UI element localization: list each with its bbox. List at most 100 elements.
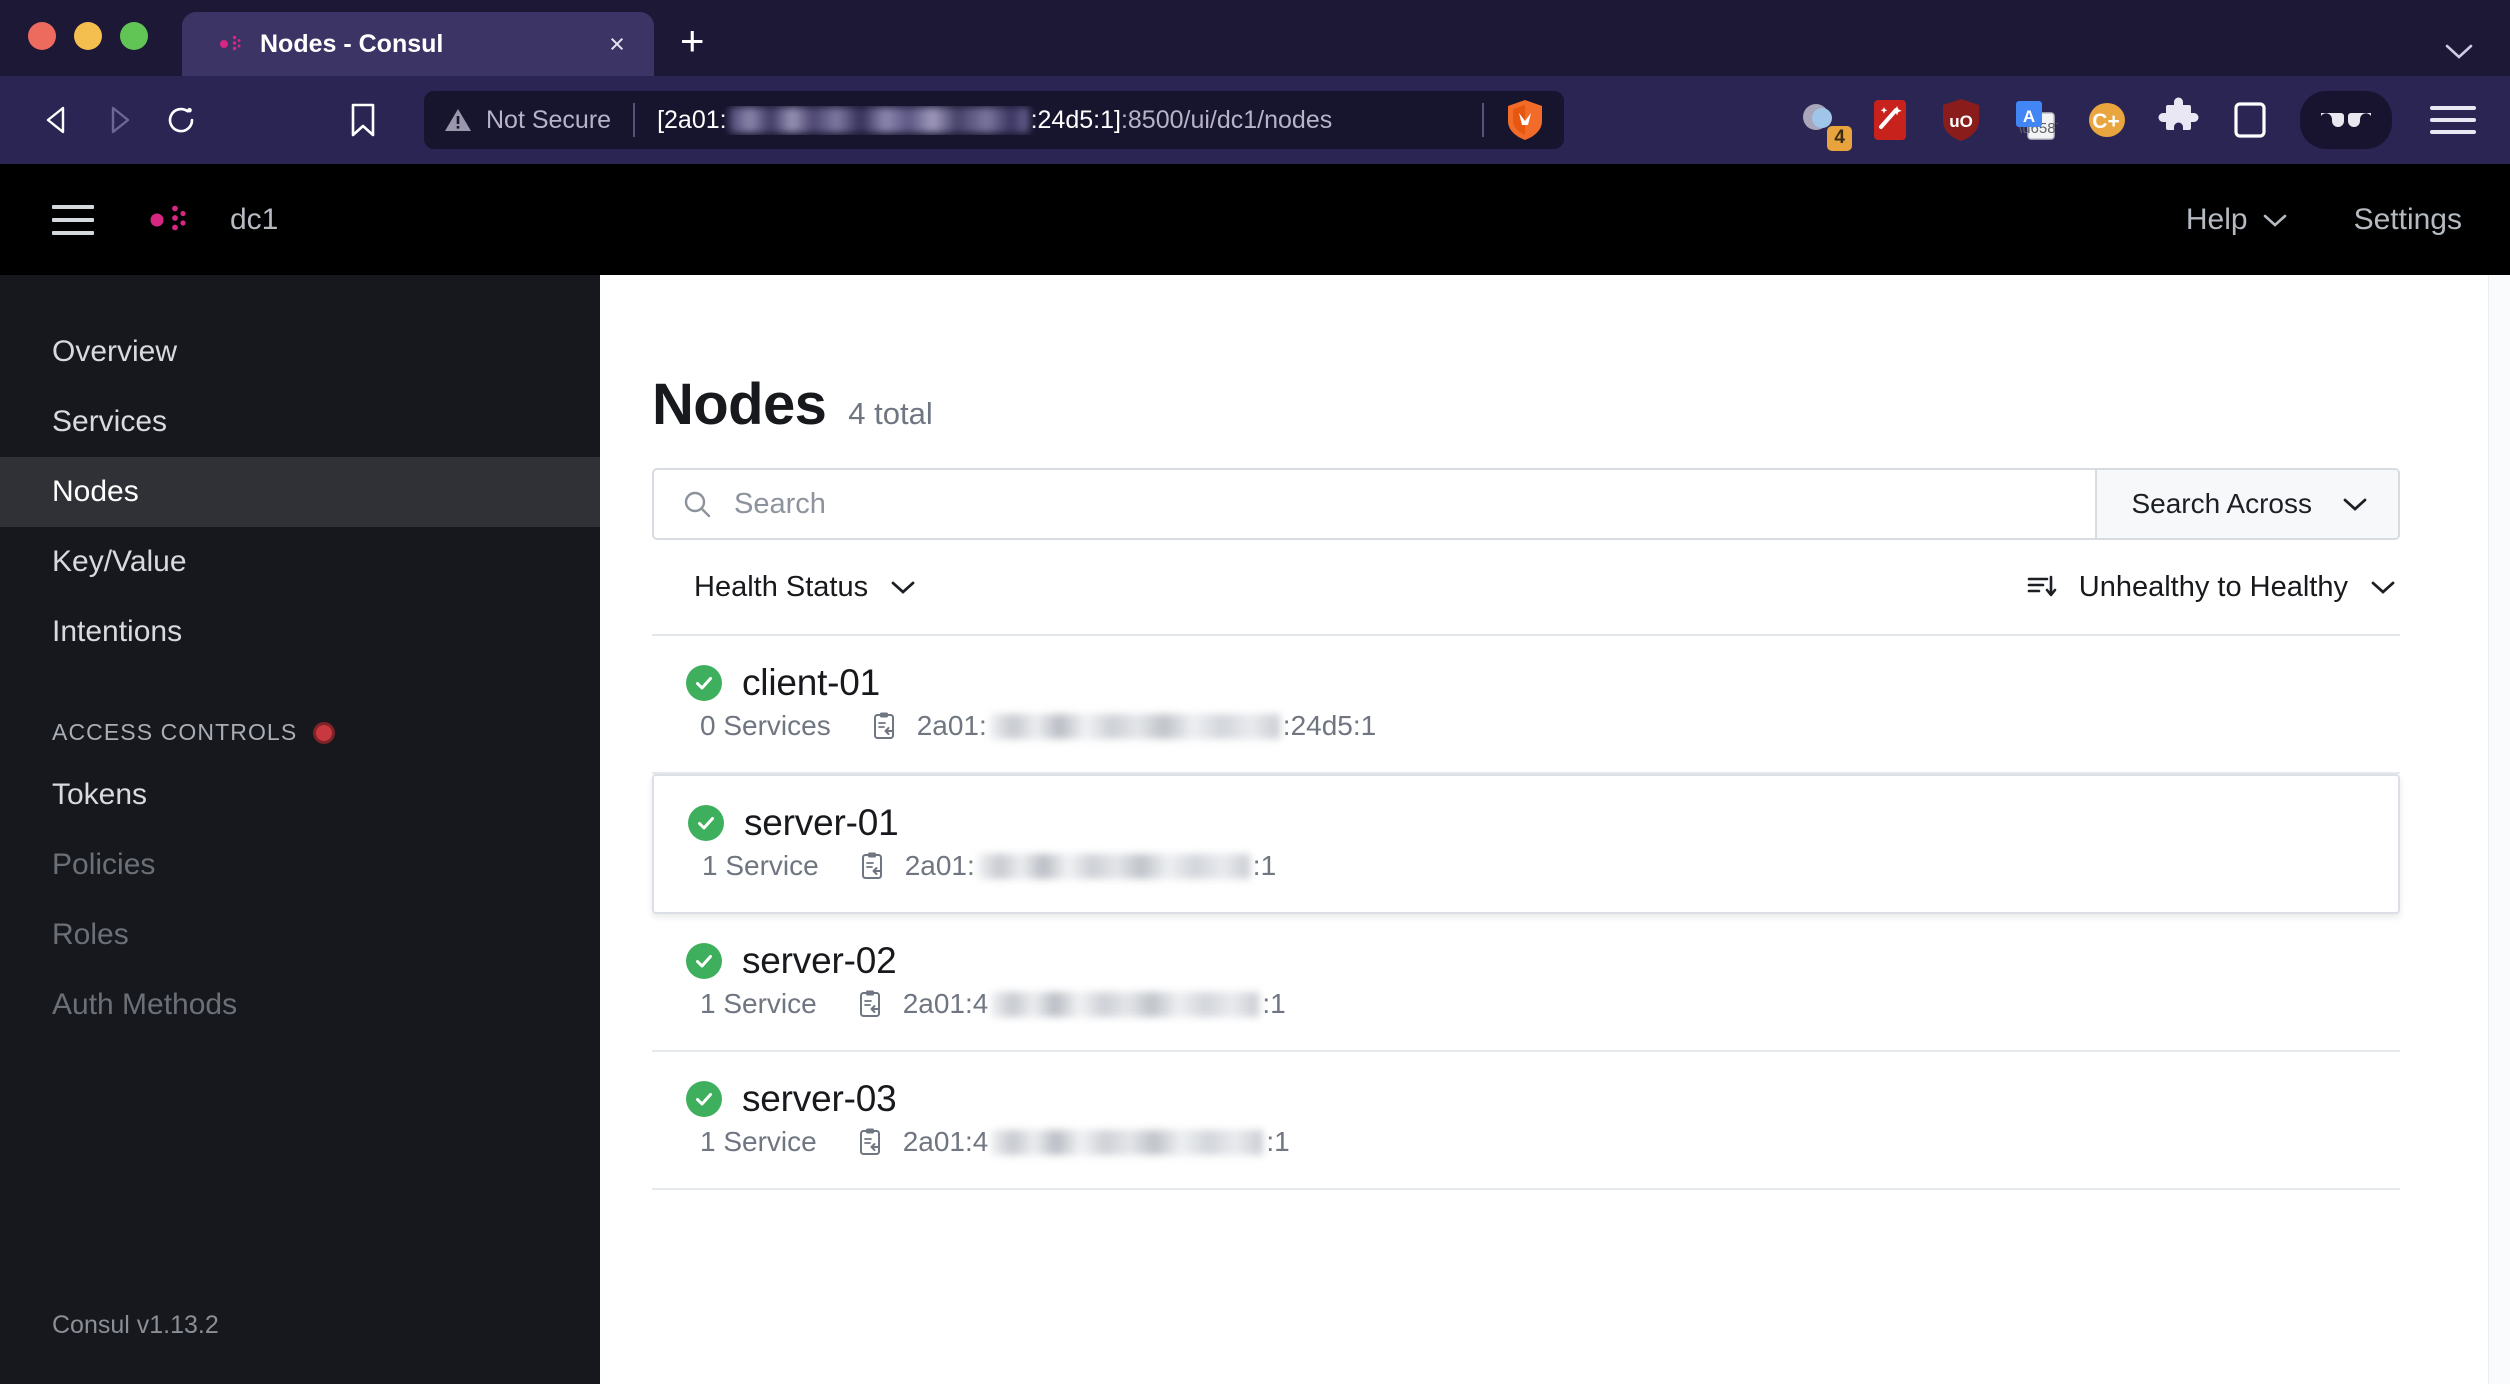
sidebar-item-label: Nodes — [52, 475, 139, 508]
browser-tab[interactable]: Nodes - Consul × — [182, 12, 654, 76]
address-redacted-blur — [989, 713, 1280, 739]
bookmark-icon[interactable] — [332, 89, 394, 151]
url-text[interactable]: [2a01::24d5:1]:8500/ui/dc1/nodes — [635, 106, 1482, 135]
settings-label: Settings — [2353, 202, 2462, 236]
hamburger-icon[interactable] — [52, 204, 94, 235]
address-prefix: 2a01: — [904, 850, 975, 881]
address-prefix: 2a01:4 — [902, 1126, 989, 1157]
security-status[interactable]: Not Secure — [444, 106, 633, 135]
sidebar-item-services[interactable]: Services — [0, 387, 600, 457]
tab-groups-icon[interactable]: 4 — [1796, 97, 1852, 151]
search-input[interactable]: Search — [654, 470, 2095, 538]
address-bar[interactable]: Not Secure [2a01::24d5:1]:8500/ui/dc1/no… — [424, 91, 1564, 149]
tab-groups-badge: 4 — [1827, 126, 1852, 151]
copy-address-icon[interactable] — [857, 989, 885, 1019]
svg-text:C+: C+ — [2092, 110, 2119, 133]
sidebar-toggle-icon[interactable] — [2228, 97, 2274, 143]
health-status-label: Health Status — [694, 570, 869, 603]
node-address[interactable]: 2a01:4 :1 — [857, 1126, 1290, 1158]
search-row: Search Search Across — [652, 468, 2400, 540]
page-header: Nodes 4 total — [652, 371, 2400, 468]
node-list: client-01 0 Services 2a01::24d5:1 serve… — [652, 636, 2400, 1190]
node-address-text: 2a01:4 :1 — [903, 1126, 1290, 1158]
list-item[interactable]: client-01 0 Services 2a01::24d5:1 — [652, 636, 2400, 774]
puzzle-extensions-icon[interactable] — [2156, 97, 2202, 143]
node-address-text: 2a01::24d5:1 — [917, 710, 1377, 742]
health-status-dropdown[interactable]: Health Status — [694, 571, 916, 604]
sidebar-item-intentions[interactable]: Intentions — [0, 597, 600, 667]
address-redacted-blur — [991, 1129, 1264, 1155]
node-name: server-02 — [742, 940, 897, 981]
sidebar-item-label: Auth Methods — [52, 988, 238, 1021]
filter-row: Health Status Unhealthy to Healthy — [652, 540, 2400, 636]
sort-dropdown[interactable]: Unhealthy to Healthy — [2027, 571, 2396, 604]
magic-wand-extension-icon[interactable] — [1868, 97, 1914, 143]
url-suffix: :8500/ui/dc1/nodes — [1120, 105, 1333, 134]
address-suffix: :1 — [1266, 1126, 1290, 1157]
sidebar-nav: Overview Services Nodes Key/Value Intent… — [0, 275, 600, 1384]
help-menu[interactable]: Help — [2186, 203, 2288, 237]
extension-toolbar: 4 uO \u6587 — [1796, 91, 2484, 151]
consul-logo-icon — [208, 27, 242, 61]
node-address[interactable]: 2a01:4:1 — [857, 988, 1286, 1020]
sidebar-item-overview[interactable]: Overview — [0, 317, 600, 387]
reload-icon[interactable] — [150, 89, 212, 151]
node-address[interactable]: 2a01: :1 — [859, 850, 1276, 882]
sidebar-item-policies[interactable]: Policies — [0, 830, 600, 900]
consul-version-label: Consul v1.13.2 — [52, 1311, 219, 1339]
brave-shield-icon[interactable] — [1484, 99, 1544, 141]
reader-glasses-icon[interactable] — [2300, 91, 2392, 149]
hamburger-menu-icon[interactable] — [2430, 97, 2476, 143]
ublock-origin-icon[interactable]: uO — [1940, 97, 1986, 143]
new-tab-button[interactable]: + — [680, 20, 705, 62]
browser-toolbar: Not Secure [2a01::24d5:1]:8500/ui/dc1/no… — [0, 76, 2510, 164]
check-circle-icon — [686, 665, 722, 701]
close-window-button[interactable] — [28, 22, 56, 50]
sidebar-item-roles[interactable]: Roles — [0, 900, 600, 970]
sidebar-item-auth-methods[interactable]: Auth Methods — [0, 970, 600, 1040]
search-across-dropdown[interactable]: Search Across — [2095, 470, 2398, 538]
chevron-down-icon — [2342, 496, 2368, 512]
vertical-scrollbar[interactable] — [2488, 275, 2510, 1384]
google-translate-icon[interactable]: \u6587 A — [2012, 97, 2058, 143]
tab-list-chevron-icon[interactable] — [2442, 40, 2476, 62]
list-item[interactable]: server-03 1 Service 2a01:4:1 — [652, 1052, 2400, 1190]
sidebar-item-tokens[interactable]: Tokens — [0, 760, 600, 830]
topbar-actions: Help Settings — [2186, 203, 2462, 237]
sidebar-item-label: Tokens — [52, 778, 148, 811]
list-item[interactable]: server-01 1 Service 2a01::1 — [652, 774, 2400, 914]
check-circle-icon — [686, 943, 722, 979]
node-count-label: 4 total — [848, 396, 933, 431]
chevron-down-icon — [890, 579, 916, 595]
forward-arrow-icon[interactable] — [88, 89, 150, 151]
sidebar-item-nodes[interactable]: Nodes — [0, 457, 600, 527]
sidebar-item-key-value[interactable]: Key/Value — [0, 527, 600, 597]
settings-link[interactable]: Settings — [2354, 203, 2462, 237]
main-content: Nodes 4 total Search Search Across Healt… — [600, 275, 2510, 1384]
sidebar-item-label: Key/Value — [52, 545, 187, 578]
copy-address-icon[interactable] — [871, 711, 899, 741]
close-tab-button[interactable]: × — [602, 30, 632, 58]
check-circle-icon — [686, 1081, 722, 1117]
node-address-text: 2a01: :1 — [905, 850, 1276, 882]
back-arrow-icon[interactable] — [26, 89, 88, 151]
datacenter-label[interactable]: dc1 — [230, 203, 278, 237]
address-suffix: :1 — [1252, 850, 1277, 881]
service-count: 1 Service — [702, 850, 819, 881]
node-name: server-03 — [742, 1078, 897, 1119]
list-item[interactable]: server-02 1 Service 2a01:4:1 — [652, 914, 2400, 1052]
consul-logo-icon[interactable] — [130, 191, 188, 249]
copy-address-icon[interactable] — [859, 851, 887, 881]
search-across-label: Search Across — [2131, 488, 2312, 519]
copy-address-icon[interactable] — [857, 1127, 885, 1157]
minimize-window-button[interactable] — [74, 22, 102, 50]
app-body: Overview Services Nodes Key/Value Intent… — [0, 275, 2510, 1384]
check-circle-icon — [688, 805, 724, 841]
sidebar-item-label: Services — [52, 405, 168, 438]
svg-text:A: A — [2023, 107, 2035, 126]
node-address[interactable]: 2a01::24d5:1 — [871, 710, 1377, 742]
c-plus-extension-icon[interactable]: C+ — [2084, 97, 2130, 143]
maximize-window-button[interactable] — [120, 22, 148, 50]
url-prefix: [2a01: — [657, 105, 727, 134]
address-redacted-blur — [977, 853, 1250, 879]
